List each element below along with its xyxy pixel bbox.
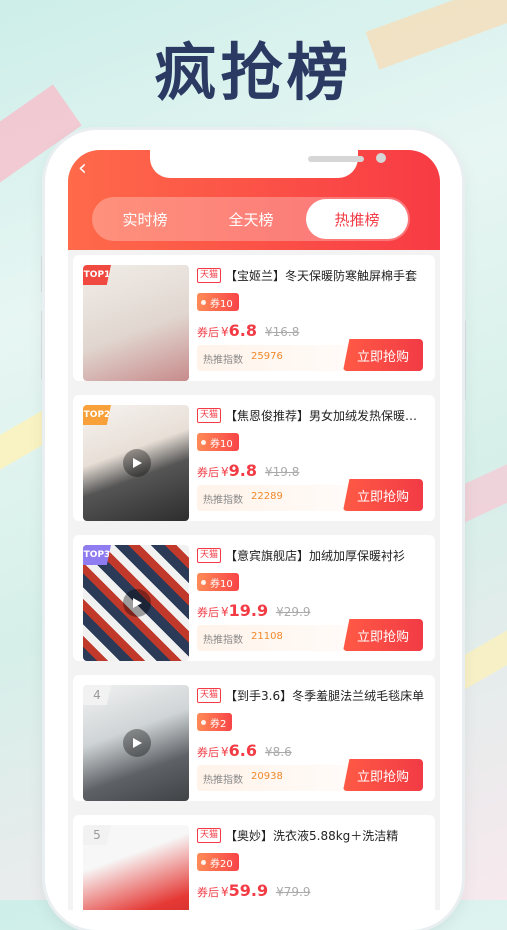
original-price: ¥8.6 <box>264 745 292 759</box>
price: 59.9 <box>228 881 269 900</box>
tmall-badge: 天猫 <box>197 407 222 423</box>
phone-side-button <box>462 320 466 400</box>
coupon-badge: 券10 <box>197 573 239 591</box>
hot-index-bar: 热推指数 25976 立即抢购 <box>197 339 423 371</box>
coupon-badge: 券2 <box>197 713 233 731</box>
tmall-badge: 天猫 <box>197 267 222 283</box>
price: 6.8 <box>228 321 257 340</box>
tab-realtime[interactable]: 实时榜 <box>94 199 196 239</box>
hot-index-value: 20938 <box>251 771 283 782</box>
product-title[interactable]: 【奥妙】洗衣液5.88kg＋洗洁精 <box>225 827 425 844</box>
buy-button[interactable]: 立即抢购 <box>343 619 423 651</box>
coupon-dot-icon <box>201 719 206 725</box>
original-price: ¥16.8 <box>264 325 300 339</box>
hot-index-value: 25976 <box>251 351 283 362</box>
buy-button[interactable]: 立即抢购 <box>343 339 423 371</box>
back-icon[interactable]: ‹ <box>78 156 87 181</box>
product-list: TOP1 天猫 【宝姬兰】冬天保暖防寒触屏棉手套 券10 券后 ¥ 6.8 ¥1… <box>73 255 435 910</box>
after-coupon-label: 券后 <box>197 606 219 619</box>
hot-index-bar: 热推指数 20938 立即抢购 <box>197 759 423 791</box>
hot-index-value: 21108 <box>251 631 283 642</box>
coupon-dot-icon <box>201 859 206 865</box>
coupon-badge: 券10 <box>197 293 239 311</box>
after-coupon-label: 券后 <box>197 886 219 899</box>
camera-icon <box>376 153 386 163</box>
product-card[interactable]: TOP3 天猫 【意宾旗舰店】加绒加厚保暖衬衫 券10 券后 ¥ 19.9 ¥2… <box>73 535 435 661</box>
after-coupon-label: 券后 <box>197 746 219 759</box>
tmall-badge: 天猫 <box>197 547 222 563</box>
price: 9.8 <box>228 461 257 480</box>
original-price: ¥79.9 <box>276 885 311 899</box>
product-image[interactable]: 4 <box>83 685 189 801</box>
tmall-badge: 天猫 <box>197 827 222 843</box>
buy-button[interactable]: 立即抢购 <box>343 479 423 511</box>
price: 19.9 <box>228 601 269 620</box>
product-card[interactable]: TOP2 天猫 【焦恩俊推荐】男女加绒发热保暖内衣 券10 券后 ¥ 9.8 ¥… <box>73 395 435 521</box>
buy-button[interactable]: 立即抢购 <box>343 759 423 791</box>
hot-index-label: 热推指数 <box>203 775 243 786</box>
coupon-dot-icon <box>201 579 206 585</box>
hot-index-label: 热推指数 <box>203 495 243 506</box>
play-icon[interactable] <box>123 589 151 617</box>
hot-index-label: 热推指数 <box>203 635 243 646</box>
product-image[interactable]: TOP2 <box>83 405 189 521</box>
product-title[interactable]: 【意宾旗舰店】加绒加厚保暖衬衫 <box>225 547 425 564</box>
rank-badge: TOP1 <box>83 265 111 285</box>
yen-sign: ¥ <box>221 465 229 479</box>
coupon-dot-icon <box>201 299 206 305</box>
rank-badge: TOP2 <box>83 405 111 425</box>
tmall-badge: 天猫 <box>197 687 222 703</box>
product-card[interactable]: TOP1 天猫 【宝姬兰】冬天保暖防寒触屏棉手套 券10 券后 ¥ 6.8 ¥1… <box>73 255 435 381</box>
product-title[interactable]: 【宝姬兰】冬天保暖防寒触屏棉手套 <box>225 267 425 284</box>
hot-index-bar: 热推指数 22289 立即抢购 <box>197 479 423 511</box>
coupon-dot-icon <box>201 439 206 445</box>
product-title[interactable]: 【焦恩俊推荐】男女加绒发热保暖内衣 <box>225 407 425 424</box>
coupon-badge: 券10 <box>197 433 239 451</box>
after-coupon-label: 券后 <box>197 326 219 339</box>
yen-sign: ¥ <box>221 605 229 619</box>
tab-hot[interactable]: 热推榜 <box>306 199 408 239</box>
product-image[interactable]: 5 <box>83 825 189 910</box>
rank-badge: 4 <box>83 685 111 705</box>
original-price: ¥29.9 <box>276 605 311 619</box>
tab-allday[interactable]: 全天榜 <box>200 199 302 239</box>
original-price: ¥19.8 <box>264 465 300 479</box>
product-image[interactable]: TOP3 <box>83 545 189 661</box>
play-icon[interactable] <box>123 449 151 477</box>
rank-badge: 5 <box>83 825 111 845</box>
rank-badge: TOP3 <box>83 545 111 565</box>
hot-index-value: 22289 <box>251 491 283 502</box>
coupon-badge: 券20 <box>197 853 239 871</box>
product-title[interactable]: 【到手3.6】冬季羞腿法兰绒毛毯床单 <box>225 687 425 704</box>
price: 6.6 <box>228 741 257 760</box>
yen-sign: ¥ <box>221 745 229 759</box>
play-icon[interactable] <box>123 729 151 757</box>
header-bar: ‹ 实时榜 全天榜 热推榜 <box>68 150 440 250</box>
headline: 疯抢榜 <box>154 36 353 109</box>
hot-index-bar: 热推指数 21108 立即抢购 <box>197 619 423 651</box>
product-card[interactable]: 5 天猫 【奥妙】洗衣液5.88kg＋洗洁精 券20 券后 ¥ 59.9 ¥79… <box>73 815 435 910</box>
yen-sign: ¥ <box>221 325 229 339</box>
product-image[interactable]: TOP1 <box>83 265 189 381</box>
after-coupon-label: 券后 <box>197 466 219 479</box>
phone-notch <box>150 150 386 178</box>
app-screen: ‹ 实时榜 全天榜 热推榜 TOP1 天猫 【宝姬兰】冬天保暖防寒触屏棉手套 券… <box>68 150 440 910</box>
ranking-tabs: 实时榜 全天榜 热推榜 <box>92 197 410 241</box>
product-card[interactable]: 4 天猫 【到手3.6】冬季羞腿法兰绒毛毯床单 券2 券后 ¥ 6.6 ¥8.6… <box>73 675 435 801</box>
yen-sign: ¥ <box>221 885 229 899</box>
speaker-icon <box>308 156 364 162</box>
hot-index-label: 热推指数 <box>203 355 243 366</box>
